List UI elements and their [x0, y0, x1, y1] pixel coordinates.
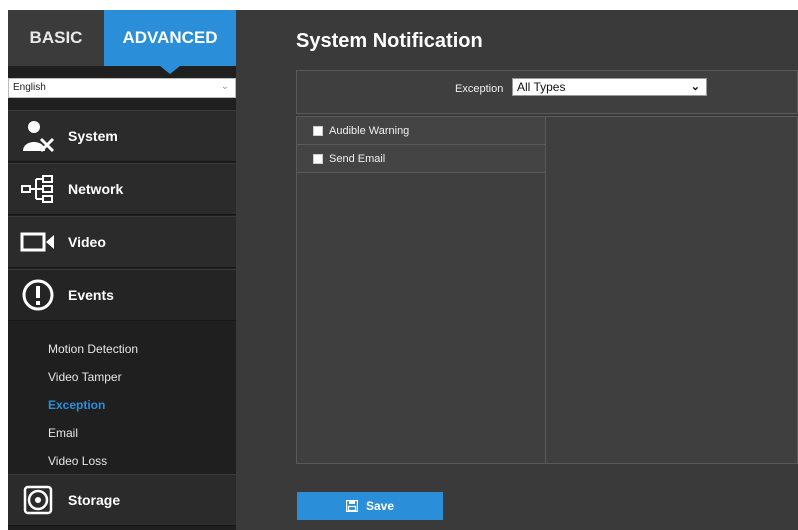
sidebar-item-label: Events: [68, 287, 114, 303]
sidebar-item-events[interactable]: Events: [8, 269, 236, 321]
save-button[interactable]: Save: [297, 492, 443, 520]
chevron-down-icon: ⌄: [690, 81, 700, 93]
exclamation-icon: [8, 269, 68, 321]
sidebar-item-video[interactable]: Video: [8, 216, 236, 268]
sidebar: BASIC ADVANCED English ⌄ System Network …: [8, 10, 236, 530]
sidebar-item-storage[interactable]: Storage: [8, 474, 236, 526]
language-select[interactable]: English ⌄: [8, 78, 236, 98]
sidebar-item-label: System: [68, 128, 118, 144]
language-value: English: [13, 82, 46, 93]
option-audible-warning[interactable]: Audible Warning: [297, 117, 545, 145]
main-panel: System Notification Exception All Types …: [236, 10, 798, 530]
option-label: Send Email: [329, 152, 386, 165]
option-label: Audible Warning: [329, 124, 410, 137]
audible-warning-checkbox[interactable]: [313, 125, 323, 136]
active-tab-pointer: [160, 66, 180, 74]
mode-tabs: BASIC ADVANCED: [8, 10, 236, 66]
option-send-email[interactable]: Send Email: [297, 145, 545, 173]
sidebar-item-network[interactable]: Network: [8, 163, 236, 215]
tab-advanced[interactable]: ADVANCED: [104, 10, 236, 66]
chevron-down-icon: ⌄: [220, 81, 229, 92]
system-icon: [8, 110, 68, 162]
notification-options: Audible Warning Send Email: [296, 116, 546, 464]
network-icon: [8, 163, 68, 215]
submenu-item-video-loss[interactable]: Video Loss: [48, 454, 107, 468]
sidebar-item-label: Network: [68, 181, 124, 197]
video-camera-icon: [8, 216, 68, 268]
tab-basic[interactable]: BASIC: [8, 10, 104, 66]
exception-type-value: All Types: [517, 80, 566, 94]
page-title: System Notification: [296, 30, 483, 52]
floppy-disk-icon: [345, 500, 358, 512]
submenu-item-video-tamper[interactable]: Video Tamper: [48, 370, 122, 384]
send-email-checkbox[interactable]: [313, 153, 323, 164]
sidebar-item-system[interactable]: System: [8, 110, 236, 162]
option-detail-panel: [546, 116, 798, 464]
submenu-item-exception[interactable]: Exception: [48, 398, 105, 412]
save-label: Save: [365, 499, 395, 513]
exception-label: Exception: [455, 83, 504, 95]
events-submenu: Motion Detection Video Tamper Exception …: [8, 322, 236, 474]
storage-disc-icon: [8, 474, 68, 526]
submenu-item-email[interactable]: Email: [48, 426, 78, 440]
exception-type-select[interactable]: All Types ⌄: [512, 78, 707, 96]
sidebar-item-label: Video: [68, 234, 106, 250]
exception-filter-bar: Exception All Types ⌄: [296, 70, 798, 114]
sidebar-item-label: Storage: [68, 492, 121, 508]
submenu-item-motion-detection[interactable]: Motion Detection: [48, 342, 138, 356]
